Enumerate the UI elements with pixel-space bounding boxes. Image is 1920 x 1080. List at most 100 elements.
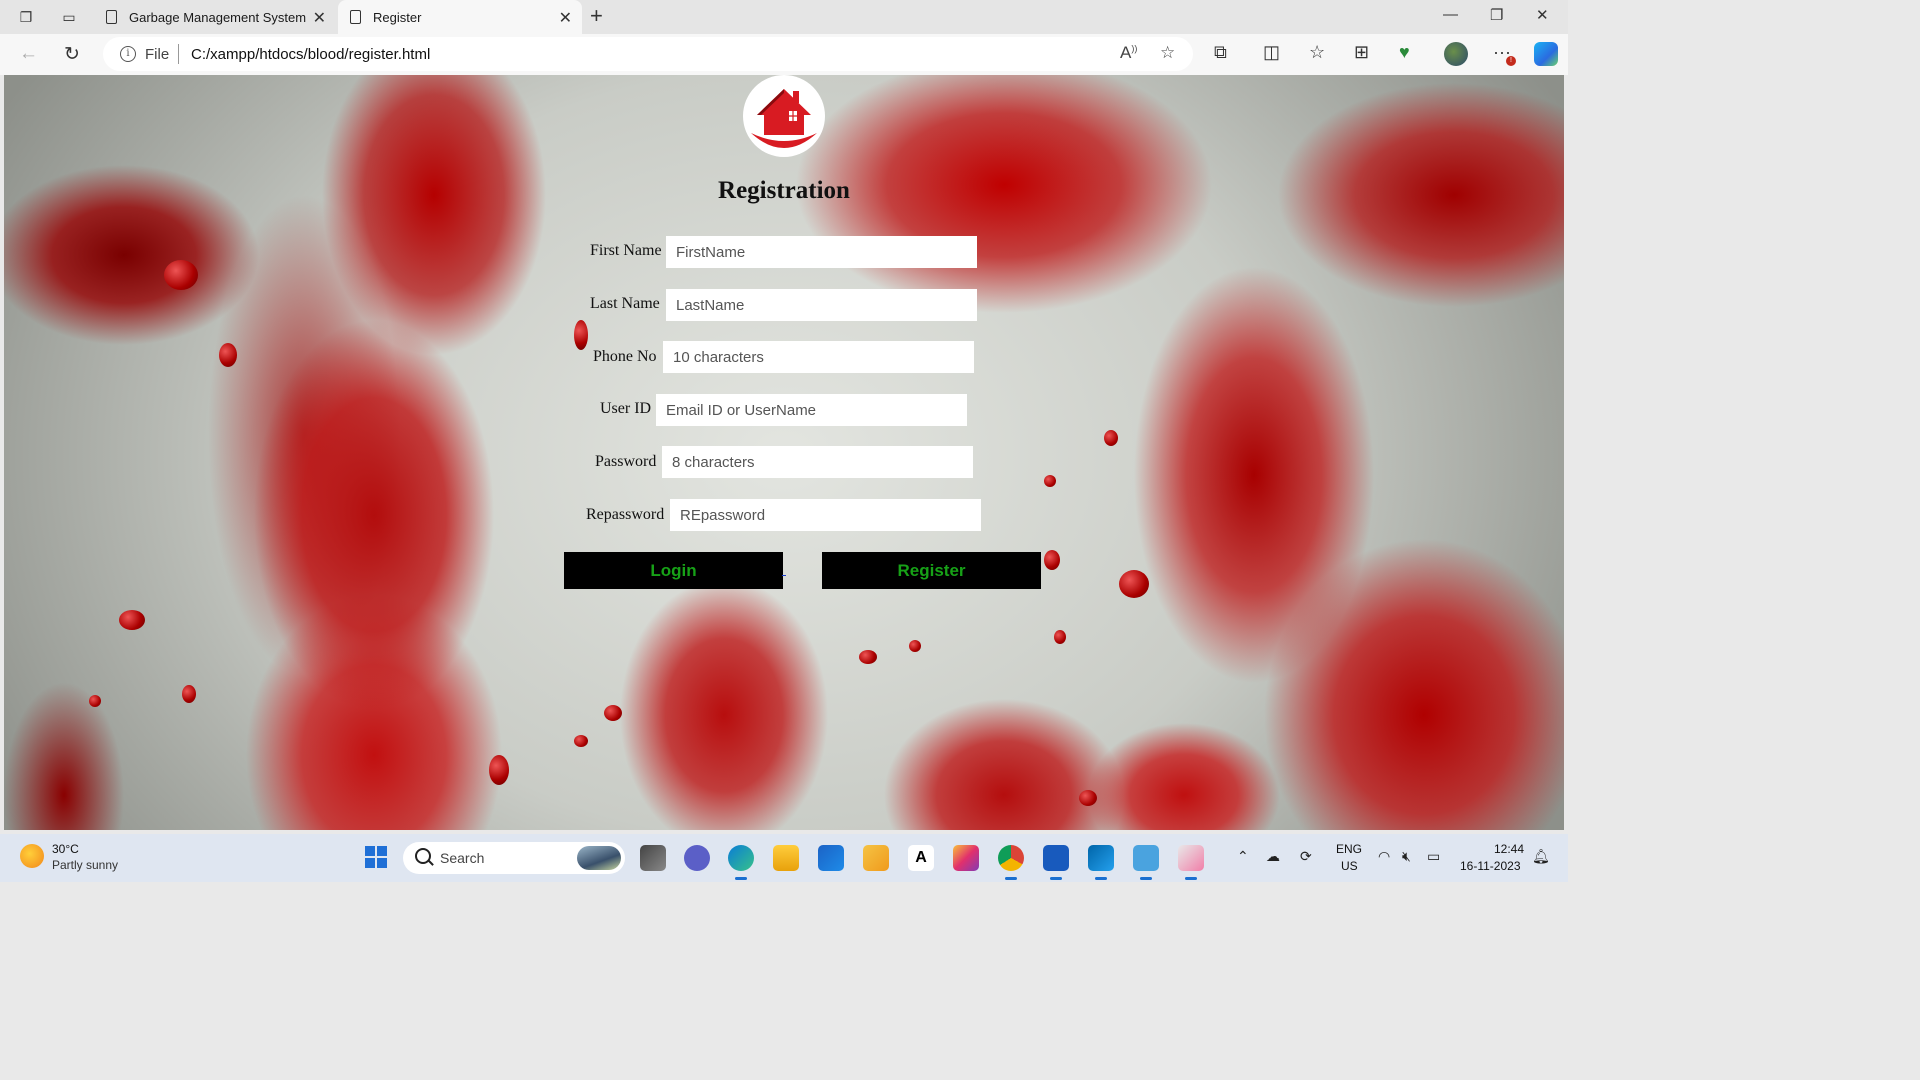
onedrive-icon[interactable]: ☁ bbox=[1266, 848, 1280, 865]
user-id-field[interactable] bbox=[656, 394, 967, 426]
region-indicator[interactable]: US bbox=[1341, 859, 1358, 873]
droplet-decoration bbox=[164, 260, 198, 290]
search-label: Search bbox=[440, 850, 485, 866]
page-icon bbox=[106, 10, 117, 24]
droplet-decoration bbox=[489, 755, 509, 785]
page-icon bbox=[350, 10, 361, 24]
droplet-decoration bbox=[1054, 630, 1066, 644]
droplet-decoration bbox=[1079, 790, 1097, 806]
weather-icon[interactable] bbox=[20, 844, 44, 868]
minimize-icon[interactable]: — bbox=[1443, 6, 1458, 23]
droplet-decoration bbox=[574, 320, 588, 350]
clock-date[interactable]: 16-11-2023 bbox=[1460, 859, 1521, 873]
weather-temperature[interactable]: 30°C bbox=[52, 842, 79, 856]
copilot-icon[interactable] bbox=[1534, 42, 1558, 66]
refresh-icon[interactable]: ↻ bbox=[64, 43, 80, 66]
register-button[interactable]: Register bbox=[822, 552, 1041, 589]
favorites-icon[interactable]: ☆ bbox=[1309, 42, 1325, 63]
repassword-label: Repassword bbox=[586, 506, 665, 523]
divider bbox=[178, 44, 179, 64]
tab-garbage-management[interactable]: Garbage Management System ✕ bbox=[94, 0, 336, 34]
info-icon[interactable]: i bbox=[120, 46, 136, 62]
read-aloud-icon[interactable]: A)) bbox=[1120, 43, 1137, 63]
house-logo-icon bbox=[751, 89, 817, 148]
first-name-label: First Name bbox=[590, 242, 662, 259]
close-tab-icon[interactable]: ✕ bbox=[559, 8, 572, 28]
search-highlight-image bbox=[577, 846, 621, 870]
droplet-decoration bbox=[219, 343, 237, 367]
droplet-decoration bbox=[1119, 570, 1149, 598]
last-name-label: Last Name bbox=[590, 295, 660, 312]
droplet-decoration bbox=[859, 650, 877, 664]
new-tab-icon[interactable]: + bbox=[590, 3, 603, 29]
tab-register[interactable]: Register ✕ bbox=[338, 0, 582, 34]
droplet-decoration bbox=[1044, 475, 1056, 487]
clock-time[interactable]: 12:44 bbox=[1494, 842, 1524, 856]
url-text[interactable]: C:/xampp/htdocs/blood/register.html bbox=[191, 46, 430, 63]
notification-bell-icon[interactable]: 🔔︎ bbox=[1532, 848, 1550, 865]
password-field[interactable] bbox=[662, 446, 973, 478]
favorite-star-icon[interactable]: ☆ bbox=[1160, 43, 1175, 63]
restore-icon[interactable]: ❐ bbox=[1490, 6, 1503, 24]
task-view-icon[interactable] bbox=[640, 845, 666, 871]
page-viewport: Registration First Name Last Name Phone … bbox=[4, 75, 1564, 830]
start-button-icon[interactable] bbox=[365, 846, 387, 868]
droplet-decoration bbox=[119, 610, 145, 630]
edge-browser-icon[interactable] bbox=[728, 845, 754, 880]
last-name-field[interactable] bbox=[666, 289, 977, 321]
sync-icon[interactable]: ⟳ bbox=[1300, 848, 1312, 865]
back-icon[interactable]: ← bbox=[19, 43, 38, 65]
address-bar[interactable]: i File C:/xampp/htdocs/blood/register.ht… bbox=[103, 37, 1193, 71]
show-hidden-icons-chevron-icon[interactable]: ⌃ bbox=[1237, 848, 1249, 865]
droplet-decoration bbox=[604, 705, 622, 721]
file-explorer-icon[interactable] bbox=[773, 845, 799, 871]
battery-icon[interactable]: ▭ bbox=[1427, 848, 1440, 865]
collections-icon[interactable]: ⊞ bbox=[1354, 42, 1369, 63]
extensions-icon[interactable]: ⧉ bbox=[1214, 42, 1227, 63]
volume-muted-icon[interactable]: 🔇︎ bbox=[1402, 848, 1411, 865]
droplet-decoration bbox=[182, 685, 196, 703]
snipping-tool-icon[interactable] bbox=[1178, 845, 1204, 880]
weather-description[interactable]: Partly sunny bbox=[52, 858, 118, 872]
taskbar-search[interactable]: Search bbox=[403, 842, 625, 874]
vscode-icon[interactable] bbox=[1088, 845, 1114, 880]
page-title: Registration bbox=[718, 177, 850, 204]
chrome-icon[interactable] bbox=[998, 845, 1024, 880]
wifi-icon[interactable]: ◠ bbox=[1378, 848, 1390, 865]
taskbar: 30°C Partly sunny Search A ⌃ ☁ ⟳ ENG US … bbox=[0, 834, 1568, 882]
user-id-label: User ID bbox=[600, 400, 652, 417]
instagram-icon[interactable] bbox=[953, 845, 979, 871]
chat-icon[interactable] bbox=[684, 845, 710, 871]
droplet-decoration bbox=[89, 695, 101, 707]
link-underline bbox=[782, 575, 786, 576]
phone-field[interactable] bbox=[663, 341, 974, 373]
tab-actions-icon[interactable]: ▭ bbox=[59, 7, 79, 27]
search-icon bbox=[415, 848, 431, 864]
droplet-decoration bbox=[1044, 550, 1060, 570]
split-screen-icon[interactable]: ◫ bbox=[1263, 42, 1280, 63]
app-icon[interactable] bbox=[863, 845, 889, 871]
tab-title: Garbage Management System bbox=[129, 9, 307, 25]
login-button[interactable]: Login bbox=[564, 552, 783, 589]
tab-title: Register bbox=[373, 9, 422, 25]
first-name-field[interactable] bbox=[666, 236, 977, 268]
droplet-decoration bbox=[1104, 430, 1118, 446]
scheme-label: File bbox=[145, 46, 170, 63]
close-window-icon[interactable]: ✕ bbox=[1536, 6, 1549, 24]
word-icon[interactable] bbox=[1043, 845, 1069, 880]
font-app-icon[interactable]: A bbox=[908, 845, 934, 871]
repassword-field[interactable] bbox=[670, 499, 981, 531]
close-tab-icon[interactable]: ✕ bbox=[313, 8, 326, 28]
site-logo bbox=[743, 75, 825, 157]
microsoft-store-icon[interactable] bbox=[818, 845, 844, 871]
phone-label: Phone No bbox=[593, 348, 657, 365]
workspaces-icon[interactable]: ❐ bbox=[16, 7, 36, 27]
profile-avatar[interactable] bbox=[1444, 42, 1468, 66]
browser-essentials-icon[interactable]: ♥ bbox=[1399, 42, 1410, 63]
notification-badge: ! bbox=[1506, 56, 1516, 66]
notepad-icon[interactable] bbox=[1133, 845, 1159, 880]
title-bar: ❐ ▭ Garbage Management System ✕ Register… bbox=[0, 0, 1568, 34]
language-indicator[interactable]: ENG bbox=[1336, 842, 1362, 856]
droplet-decoration bbox=[574, 735, 588, 747]
navigation-bar: ← ↻ i File C:/xampp/htdocs/blood/registe… bbox=[0, 34, 1568, 75]
